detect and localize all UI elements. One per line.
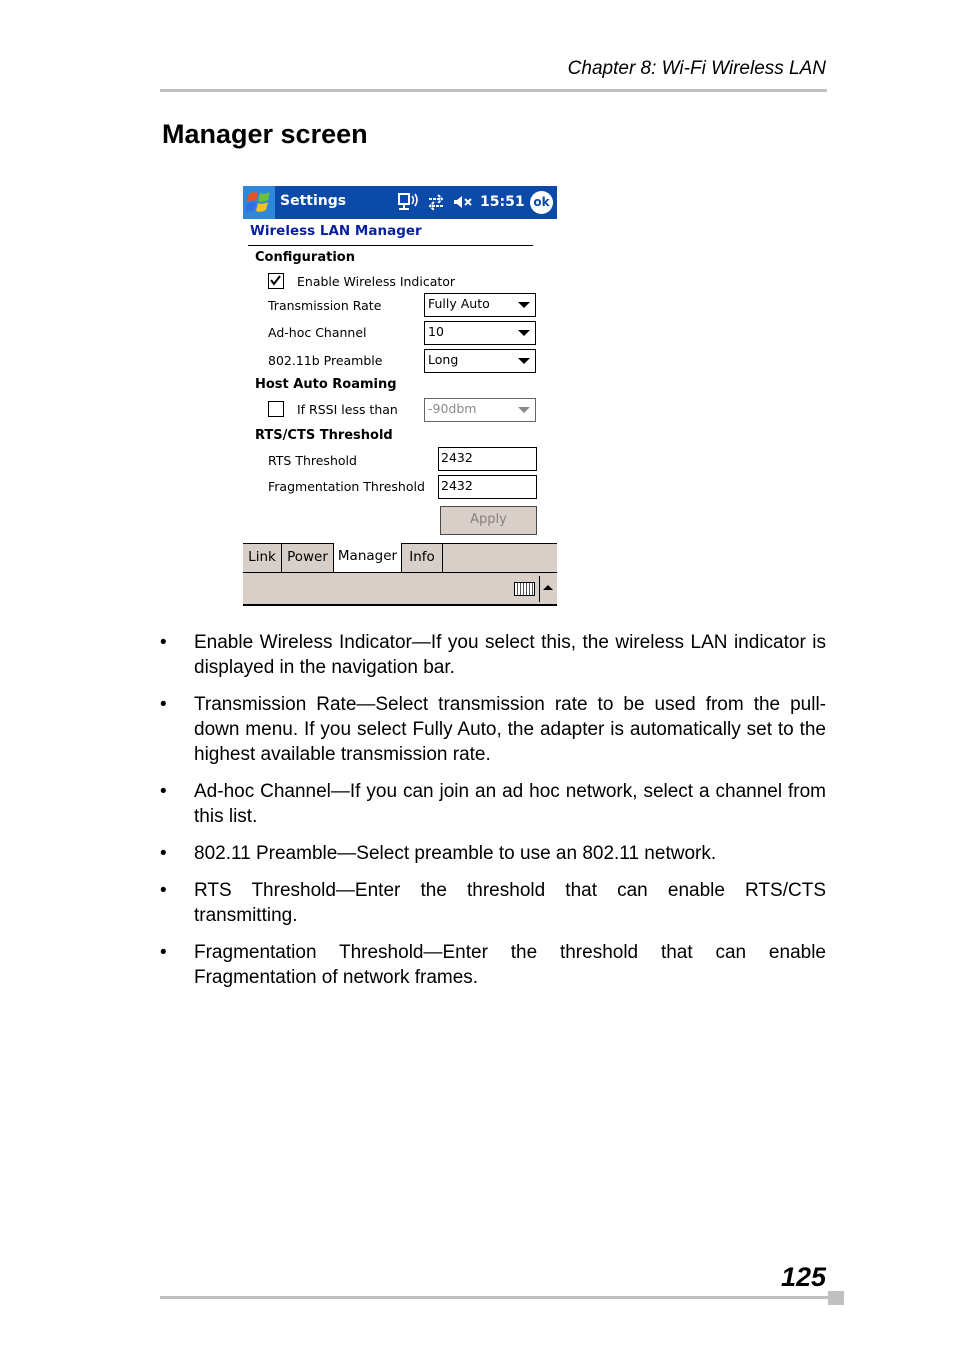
list-item: • 802.11 Preamble—Select preamble to use … (160, 841, 826, 866)
bullet-glyph: • (160, 880, 167, 901)
footer-rule (160, 1296, 828, 1299)
section-rts-cts-threshold: RTS/CTS Threshold (255, 428, 393, 443)
preamble-label: 802.11b Preamble (268, 353, 383, 368)
transmission-rate-dropdown[interactable]: Fully Auto (424, 293, 536, 317)
rts-threshold-label: RTS Threshold (268, 453, 357, 468)
frag-threshold-input[interactable]: 2432 (438, 475, 537, 499)
section-host-auto-roaming: Host Auto Roaming (255, 377, 397, 392)
rssi-checkbox[interactable] (268, 401, 284, 417)
list-item-text: Ad-hoc Channel—If you can join an ad hoc… (194, 781, 826, 827)
list-item: • Fragmentation Threshold—Enter the thres… (160, 940, 826, 990)
heading-divider (248, 245, 533, 246)
chevron-down-icon (518, 358, 530, 364)
section-configuration: Configuration (255, 250, 355, 265)
bullet-glyph: • (160, 632, 167, 653)
page-number: 125 (780, 1262, 826, 1292)
bullet-glyph: • (160, 843, 167, 864)
list-item: • Enable Wireless Indicator—If you select… (160, 630, 826, 680)
chevron-down-icon (518, 407, 530, 413)
list-item-text: Enable Wireless Indicator—If you select … (194, 632, 826, 678)
bullet-list: • Enable Wireless Indicator—If you select… (160, 630, 826, 1002)
list-item-text: Fragmentation Threshold—Enter the thresh… (194, 942, 826, 988)
speaker-muted-icon[interactable] (452, 194, 474, 210)
pda-screenshot: Settings 15:51 ok Wireless LAN Manager C… (243, 186, 557, 606)
page-title: Manager screen (162, 119, 368, 149)
tab-info[interactable]: Info (402, 544, 443, 572)
connectivity-arrows-icon[interactable] (426, 193, 446, 211)
rssi-label: If RSSI less than (297, 402, 398, 417)
rssi-value: -90dbm (428, 401, 477, 416)
header-rule (160, 89, 827, 92)
list-item-text: RTS Threshold—Enter the threshold that c… (194, 880, 826, 926)
adhoc-channel-dropdown[interactable]: 10 (424, 321, 536, 345)
adhoc-channel-label: Ad-hoc Channel (268, 325, 367, 340)
adhoc-channel-value: 10 (428, 324, 444, 339)
chevron-down-icon (518, 330, 530, 336)
menu-bar (243, 573, 557, 606)
list-item: • RTS Threshold—Enter the threshold that … (160, 878, 826, 928)
preamble-dropdown[interactable]: Long (424, 349, 536, 373)
preamble-value: Long (428, 352, 459, 367)
menu-divider (539, 576, 540, 602)
list-item-text: Transmission Rate—Select transmission ra… (194, 694, 826, 765)
tab-bar: Link Power Manager Info (243, 543, 557, 573)
title-bar: Settings 15:51 ok (243, 186, 557, 219)
apply-button[interactable]: Apply (440, 506, 537, 535)
tab-link[interactable]: Link (243, 544, 282, 572)
start-button[interactable] (243, 186, 275, 219)
chapter-header: Chapter 8: Wi-Fi Wireless LAN (567, 58, 826, 79)
tab-power[interactable]: Power (282, 544, 334, 572)
bullet-glyph: • (160, 694, 167, 715)
clock[interactable]: 15:51 (480, 194, 525, 210)
list-item: • Transmission Rate—Select transmission r… (160, 692, 826, 767)
wireless-network-icon[interactable] (398, 192, 420, 212)
chevron-up-icon[interactable] (543, 585, 553, 590)
transmission-rate-label: Transmission Rate (268, 298, 382, 313)
rssi-dropdown[interactable]: -90dbm (424, 398, 536, 422)
ok-button[interactable]: ok (530, 191, 553, 214)
bullet-glyph: • (160, 942, 167, 963)
frag-threshold-label: Fragmentation Threshold (268, 479, 425, 494)
transmission-rate-value: Fully Auto (428, 296, 490, 311)
enable-indicator-checkbox[interactable] (268, 273, 284, 289)
footer-marker (828, 1291, 844, 1305)
tab-manager[interactable]: Manager (334, 543, 402, 572)
rts-threshold-input[interactable]: 2432 (438, 447, 537, 471)
window-title: Settings (280, 193, 347, 209)
page-heading: Wireless LAN Manager (250, 223, 422, 239)
list-item: • Ad-hoc Channel—If you can join an ad ho… (160, 779, 826, 829)
checkmark-icon (270, 275, 281, 286)
bullet-glyph: • (160, 781, 167, 802)
status-icons: 15:51 (398, 192, 525, 212)
keyboard-icon[interactable] (514, 582, 535, 596)
chevron-down-icon (518, 302, 530, 308)
enable-indicator-label: Enable Wireless Indicator (297, 274, 456, 289)
list-item-text: 802.11 Preamble—Select preamble to use a… (194, 843, 717, 864)
windows-flag-icon (245, 192, 270, 212)
